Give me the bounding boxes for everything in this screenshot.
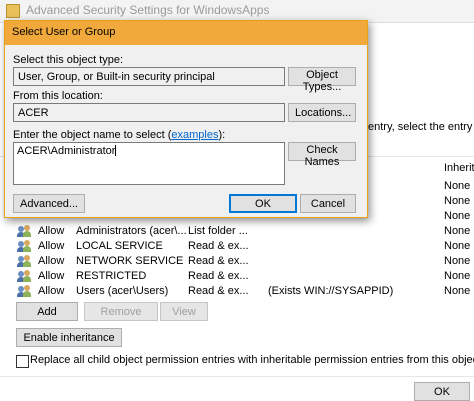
ok-button[interactable]: OK xyxy=(229,194,297,213)
background-window-title: Advanced Security Settings for WindowsAp… xyxy=(26,3,270,17)
permission-type: Allow xyxy=(38,240,65,252)
permission-hint-text: entry, select the entry and xyxy=(368,121,474,133)
enable-inheritance-button[interactable]: Enable inheritance xyxy=(16,328,122,347)
users-group-icon xyxy=(17,240,32,253)
users-group-icon xyxy=(17,255,32,268)
permission-principal: Administrators (acer\... xyxy=(76,225,187,237)
location-field: ACER xyxy=(13,103,285,122)
permission-principal: NETWORK SERVICE xyxy=(76,255,184,267)
permission-inherited-from: None xyxy=(444,285,471,297)
permission-inherited-from: None xyxy=(444,225,471,237)
dialog-title: Select User or Group xyxy=(12,26,116,38)
permission-principal: RESTRICTED xyxy=(76,270,147,282)
examples-link[interactable]: examples xyxy=(171,129,218,141)
add-button[interactable]: Add xyxy=(16,302,78,321)
cancel-button[interactable]: Cancel xyxy=(300,194,356,213)
advanced-button[interactable]: Advanced... xyxy=(13,194,85,213)
permission-type: Allow xyxy=(38,255,65,267)
permission-entry-row[interactable]: Allow Administrators (acer\... List folder… xyxy=(16,225,474,240)
select-user-or-group-dialog: Select User or Group Select this object … xyxy=(4,20,368,218)
replace-child-permissions-label: Replace all child object permission entr… xyxy=(30,354,474,366)
permission-entry-row[interactable]: Allow NETWORK SERVICE Read & ex... None xyxy=(16,255,474,270)
locations-button[interactable]: Locations... xyxy=(288,103,356,122)
object-types-button[interactable]: Object Types... xyxy=(288,67,356,93)
folder-icon xyxy=(6,4,20,18)
users-group-icon xyxy=(17,270,32,283)
dialog-titlebar[interactable]: Select User or Group xyxy=(5,21,367,45)
permission-inherited-from: None xyxy=(444,240,471,252)
object-name-input[interactable]: ACER\Administrator xyxy=(13,142,285,185)
permission-access: List folder ... xyxy=(188,225,248,237)
users-group-icon xyxy=(17,225,32,238)
view-button[interactable]: View xyxy=(160,302,208,321)
permission-principal: Users (acer\Users) xyxy=(76,285,169,297)
permission-inherited-from: None xyxy=(444,195,471,207)
object-type-field: User, Group, or Built-in security princi… xyxy=(13,67,285,86)
permission-type: Allow xyxy=(38,225,65,237)
permission-entry-row[interactable]: Allow LOCAL SERVICE Read & ex... None xyxy=(16,240,474,255)
permission-type: Allow xyxy=(38,285,65,297)
object-type-label: Select this object type: xyxy=(13,54,124,66)
permission-type: Allow xyxy=(38,270,65,282)
permission-principal: LOCAL SERVICE xyxy=(76,240,163,252)
permission-access: Read & ex... xyxy=(188,240,249,252)
text-caret xyxy=(115,145,117,156)
permission-entry-row[interactable]: Allow RESTRICTED Read & ex... None xyxy=(16,270,474,285)
permission-inherited-from: None xyxy=(444,180,471,192)
permission-access: Read & ex... xyxy=(188,270,249,282)
permission-condition: (Exists WIN://SYSAPPID) xyxy=(268,285,394,297)
permission-access: Read & ex... xyxy=(188,285,249,297)
users-group-icon xyxy=(17,285,32,298)
object-name-text: ACER\Administrator xyxy=(17,145,116,157)
location-label: From this location: xyxy=(13,90,103,102)
object-name-label: Enter the object name to select (example… xyxy=(13,129,226,141)
remove-button[interactable]: Remove xyxy=(84,302,158,321)
footer-divider xyxy=(0,376,474,377)
permission-access: Read & ex... xyxy=(188,255,249,267)
check-names-button[interactable]: Check Names xyxy=(288,142,356,168)
permission-inherited-from: None xyxy=(444,255,471,267)
permission-inherited-from: None xyxy=(444,210,471,222)
replace-child-permissions-checkbox[interactable] xyxy=(16,355,29,368)
background-ok-button[interactable]: OK xyxy=(414,382,470,401)
permission-inherited-from: None xyxy=(444,270,471,282)
permission-entry-row[interactable]: Allow Users (acer\Users) Read & ex... (Exis… xyxy=(16,285,474,300)
inherited-from-column-header[interactable]: Inherite xyxy=(444,162,474,174)
